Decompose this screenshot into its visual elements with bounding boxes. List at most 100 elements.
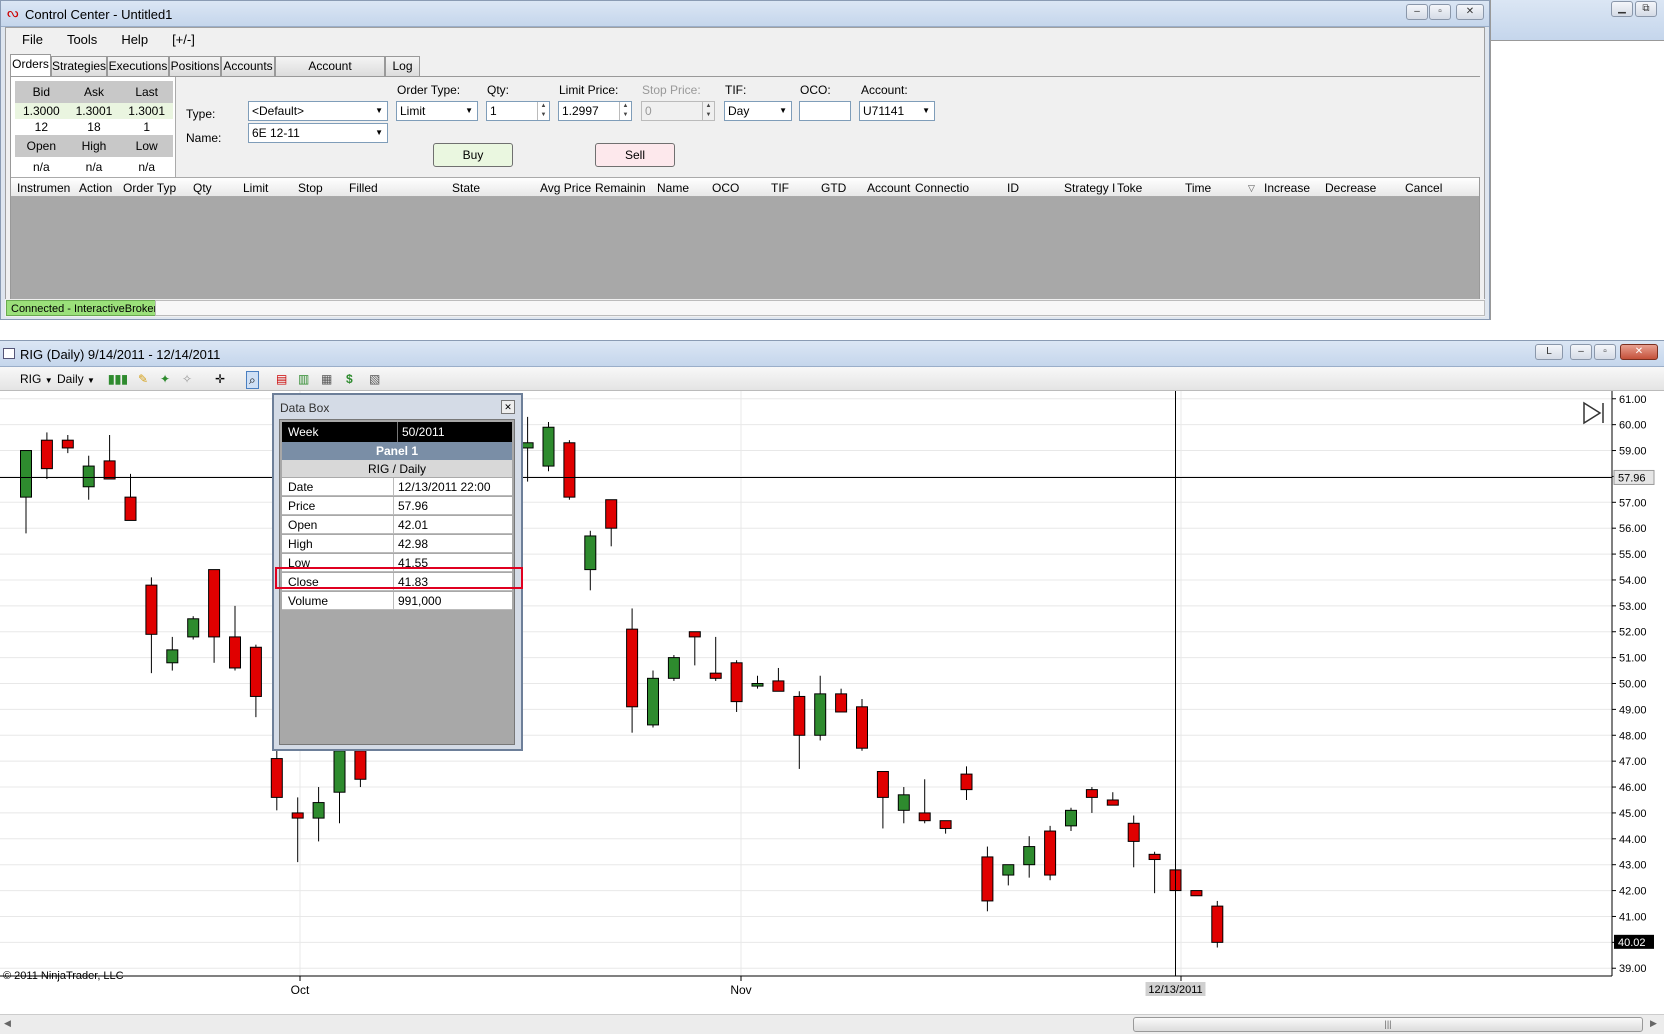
tab-accounts[interactable]: Accounts <box>221 56 275 76</box>
col-qty[interactable]: Qty <box>193 178 212 198</box>
tab-orders[interactable]: Orders <box>10 54 51 76</box>
outer-restore-button[interactable]: ⧉ <box>1635 1 1657 17</box>
chart-minimize-button[interactable]: – <box>1570 344 1592 360</box>
col-remaining[interactable]: Remainin <box>595 178 646 198</box>
candle-body[interactable] <box>647 677 659 726</box>
chart-maximize-button[interactable]: ▫ <box>1594 344 1616 360</box>
candle-body[interactable] <box>1023 846 1036 866</box>
outer-minimize-button[interactable]: ▁ <box>1611 1 1633 17</box>
dollar-icon[interactable]: $ <box>346 371 353 387</box>
scroll-right-arrow-icon[interactable]: ▶ <box>1650 1018 1657 1029</box>
chart-trader-icon[interactable]: ▥ <box>298 371 309 387</box>
minimize-button[interactable]: – <box>1406 4 1428 20</box>
candle-body[interactable] <box>82 465 95 488</box>
name-select[interactable]: 6E 12-11 <box>248 123 388 143</box>
chart-style-icon[interactable]: ▮▮▮ <box>108 371 128 387</box>
col-id[interactable]: ID <box>1007 178 1019 198</box>
sort-indicator-icon[interactable]: ▽ <box>1248 178 1255 198</box>
candle-body[interactable] <box>1106 799 1119 806</box>
candle-body[interactable] <box>103 460 116 480</box>
qty-input[interactable]: 1 ▲ ▼ <box>486 101 550 121</box>
col-decrease[interactable]: Decrease <box>1325 178 1376 198</box>
horizontal-scrollbar[interactable]: ◀ ||| ▶ <box>0 1014 1664 1034</box>
col-stop[interactable]: Stop <box>298 178 323 198</box>
col-limit[interactable]: Limit <box>243 178 268 198</box>
candle-body[interactable] <box>1211 905 1224 943</box>
price-chart[interactable]: 61.0060.0059.0058.0057.0056.0055.0054.00… <box>0 391 1664 1031</box>
candle-body[interactable] <box>229 636 241 669</box>
candle-body[interactable] <box>1002 864 1015 876</box>
candle-body[interactable] <box>312 802 325 819</box>
col-tif[interactable]: TIF <box>771 178 789 198</box>
candle-body[interactable] <box>605 499 618 529</box>
col-instrument[interactable]: Instrumen <box>17 178 70 198</box>
candle-body[interactable] <box>981 856 994 902</box>
drawing-tool-icon[interactable]: ✎ <box>138 371 148 387</box>
candle-body[interactable] <box>918 812 931 822</box>
col-cancel[interactable]: Cancel <box>1405 178 1442 198</box>
buy-button[interactable]: Buy <box>433 143 513 167</box>
candle-body[interactable] <box>667 657 680 679</box>
col-name[interactable]: Name <box>657 178 689 198</box>
menu-file[interactable]: File <box>10 28 55 52</box>
instrument-selector[interactable]: RIG ▼ <box>20 371 53 389</box>
candle-body[interactable] <box>563 442 576 498</box>
col-state[interactable]: State <box>452 178 480 198</box>
col-increase[interactable]: Increase <box>1264 178 1310 198</box>
tab-executions[interactable]: Executions <box>107 56 169 76</box>
menu-tools[interactable]: Tools <box>55 28 109 52</box>
data-box-close-button[interactable]: ✕ <box>501 400 515 414</box>
close-button[interactable]: ✕ <box>1456 4 1484 20</box>
oco-input[interactable] <box>799 101 851 121</box>
crosshair-icon[interactable]: ✛ <box>215 371 225 387</box>
sell-button[interactable]: Sell <box>595 143 675 167</box>
candle-body[interactable] <box>751 683 764 687</box>
candle-body[interactable] <box>939 820 952 829</box>
tab-log[interactable]: Log <box>385 56 420 76</box>
menu-help[interactable]: Help <box>109 28 160 52</box>
template-icon[interactable]: ▦ <box>321 371 332 387</box>
candle-body[interactable] <box>730 662 743 703</box>
col-strategy-id[interactable]: Strategy I <box>1064 178 1115 198</box>
candle-body[interactable] <box>709 672 722 679</box>
chart-close-button[interactable]: ✕ <box>1620 344 1658 360</box>
limit-spinner-icon[interactable]: ▲ ▼ <box>619 102 631 120</box>
candle-body[interactable] <box>521 442 534 449</box>
tab-strategies[interactable]: Strategies <box>51 56 107 76</box>
data-box-window[interactable]: Data Box ✕ Week 50/2011 Panel 1 RIG / Da… <box>272 393 523 751</box>
col-token[interactable]: Toke <box>1117 178 1142 198</box>
order-type-select[interactable]: Limit <box>396 101 478 121</box>
candle-body[interactable] <box>542 426 555 467</box>
properties-icon[interactable]: ▤ <box>276 371 287 387</box>
candle-body[interactable] <box>1148 853 1161 861</box>
candle-body[interactable] <box>1127 822 1140 842</box>
tif-select[interactable]: Day <box>724 101 792 121</box>
candle-body[interactable] <box>124 496 137 521</box>
candle-body[interactable] <box>1085 789 1098 798</box>
scrollbar-thumb[interactable]: ||| <box>1133 1017 1643 1032</box>
candle-body[interactable] <box>166 649 179 664</box>
col-account[interactable]: Account <box>867 178 910 198</box>
candle-body[interactable] <box>960 773 973 791</box>
chart-titlebar[interactable]: RIG (Daily) 9/14/2011 - 12/14/2011 L – ▫… <box>0 341 1664 367</box>
candle-body[interactable] <box>835 693 848 713</box>
candle-body[interactable] <box>333 750 346 793</box>
candle-body[interactable] <box>187 618 200 638</box>
interval-selector[interactable]: Daily ▼ <box>57 371 95 389</box>
candle-body[interactable] <box>20 450 32 498</box>
candle-body[interactable] <box>584 535 597 571</box>
candle-body[interactable] <box>270 758 283 798</box>
candle-body[interactable] <box>208 569 221 638</box>
candle-body[interactable] <box>793 695 806 736</box>
scroll-left-arrow-icon[interactable]: ◀ <box>4 1018 11 1029</box>
databox-icon[interactable]: ⌕ <box>246 371 259 389</box>
candle-body[interactable] <box>897 794 910 811</box>
col-gtd[interactable]: GTD <box>821 178 846 198</box>
limit-price-input[interactable]: 1.2997 ▲ ▼ <box>558 101 632 121</box>
candle-body[interactable] <box>1044 830 1057 876</box>
candle-body[interactable] <box>688 631 701 638</box>
candle-body[interactable] <box>61 439 74 449</box>
col-order-type[interactable]: Order Typ <box>123 178 176 198</box>
candle-body[interactable] <box>814 693 827 736</box>
qty-spinner-icon[interactable]: ▲ ▼ <box>537 102 549 120</box>
